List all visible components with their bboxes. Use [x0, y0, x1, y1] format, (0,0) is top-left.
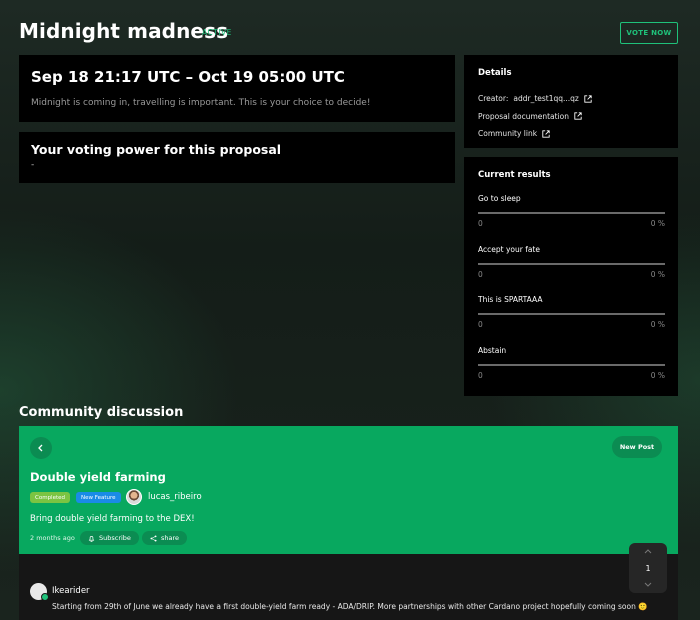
- commenter-name[interactable]: Ikearider: [52, 586, 90, 596]
- voting-power-value: -: [31, 160, 35, 170]
- page-number: 1: [645, 563, 651, 573]
- creator-label: Creator:: [478, 94, 509, 104]
- comment-text: Starting from 29th of June we already ha…: [52, 602, 648, 611]
- result-item: Go to sleep 0 0 %: [478, 194, 665, 228]
- proposal-dates-panel: Sep 18 21:17 UTC – Oct 19 05:00 UTC Midn…: [19, 55, 455, 122]
- page-title: Midnight madness: [19, 19, 229, 43]
- community-discussion-title: Community discussion: [19, 405, 184, 420]
- result-option-name: Abstain: [478, 346, 507, 355]
- share-label: share: [161, 534, 180, 542]
- voting-power-panel: Your voting power for this proposal -: [19, 132, 455, 183]
- subscribe-button[interactable]: Subscribe: [80, 531, 139, 545]
- result-bar: [478, 263, 665, 265]
- external-link-icon: [542, 130, 550, 138]
- result-option-name: This is SPARTAAA: [478, 295, 543, 304]
- result-percent: 0 %: [650, 320, 665, 329]
- tag-completed: Completed: [30, 492, 70, 503]
- result-option-name: Accept your fate: [478, 245, 540, 254]
- external-link-icon: [574, 112, 582, 120]
- author-name[interactable]: lucas_ribeiro: [148, 492, 202, 502]
- details-heading: Details: [478, 68, 512, 78]
- community-link[interactable]: Community link: [478, 125, 664, 143]
- subscribe-label: Subscribe: [99, 534, 131, 542]
- date-range: Sep 18 21:17 UTC – Oct 19 05:00 UTC: [31, 68, 345, 86]
- post-title[interactable]: Double yield farming: [30, 470, 166, 484]
- result-votes: 0: [478, 320, 483, 329]
- chevron-down-icon[interactable]: [644, 582, 652, 587]
- post-body: Bring double yield farming to the DEX!: [30, 514, 195, 524]
- community-link-label: Community link: [478, 129, 538, 139]
- creator-value: addr_test1qq...qz: [513, 94, 579, 104]
- result-percent: 0 %: [650, 270, 665, 279]
- result-bar: [478, 212, 665, 214]
- proposal-description: Midnight is coming in, travelling is imp…: [31, 98, 371, 108]
- vote-now-button[interactable]: VOTE NOW: [620, 22, 678, 44]
- chevron-up-icon[interactable]: [644, 549, 652, 554]
- result-votes: 0: [478, 219, 483, 228]
- result-item: Abstain 0 0 %: [478, 346, 665, 380]
- creator-link[interactable]: Creator: addr_test1qq...qz: [478, 90, 664, 108]
- author-avatar: [126, 489, 142, 505]
- status-badge: ACTIVE: [202, 28, 232, 37]
- post-time: 2 months ago: [30, 534, 75, 542]
- voting-power-title: Your voting power for this proposal: [31, 142, 282, 157]
- current-results-panel: Current results Go to sleep 0 0 % Accept…: [464, 157, 678, 396]
- result-percent: 0 %: [650, 371, 665, 380]
- details-panel: Details Creator: addr_test1qq...qz Propo…: [464, 55, 678, 148]
- bell-icon: [88, 535, 95, 542]
- new-post-button[interactable]: New Post: [612, 436, 662, 458]
- chevron-left-icon: [38, 444, 43, 452]
- proposal-documentation-link[interactable]: Proposal documentation: [478, 108, 664, 126]
- result-item: This is SPARTAAA 0 0 %: [478, 295, 665, 329]
- result-item: Accept your fate 0 0 %: [478, 245, 665, 279]
- share-icon: [150, 534, 157, 542]
- result-option-name: Go to sleep: [478, 194, 521, 203]
- back-button[interactable]: [30, 437, 52, 459]
- result-bar: [478, 364, 665, 366]
- share-button[interactable]: share: [142, 531, 188, 545]
- result-bar: [478, 313, 665, 315]
- result-votes: 0: [478, 270, 483, 279]
- result-votes: 0: [478, 371, 483, 380]
- results-heading: Current results: [478, 170, 551, 180]
- pager: 1: [629, 543, 667, 593]
- tag-new-feature: New Feature: [76, 492, 121, 503]
- external-link-icon: [584, 95, 592, 103]
- verified-badge-icon: [41, 593, 49, 601]
- documentation-label: Proposal documentation: [478, 111, 570, 121]
- result-percent: 0 %: [650, 219, 665, 228]
